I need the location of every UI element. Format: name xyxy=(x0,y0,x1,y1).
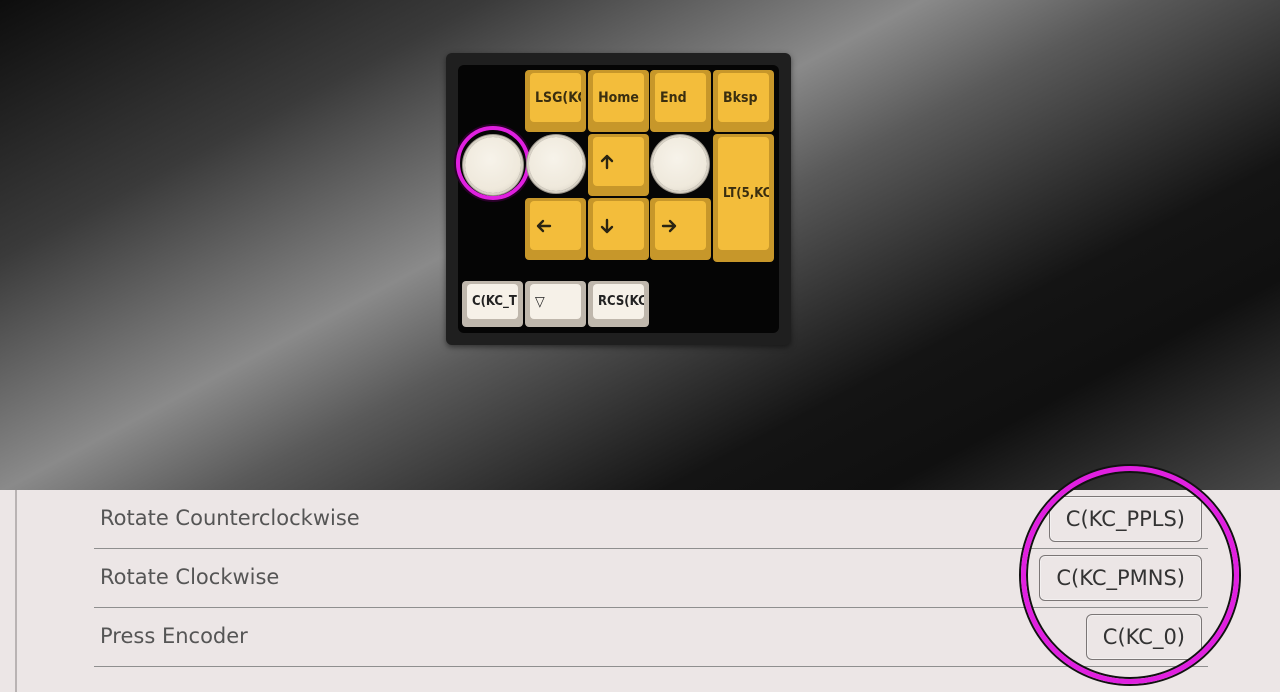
encoder-row-label: Rotate Clockwise xyxy=(100,565,280,589)
encoder-config-panel: Rotate Counterclockwise C(KC_PPLS) Rotat… xyxy=(0,490,1280,692)
key-down[interactable] xyxy=(588,198,649,260)
keyboard-preview-area: LSG(KC Home End Bksp LT(5,KC xyxy=(0,0,1280,490)
key-home[interactable]: Home xyxy=(588,70,649,132)
key-rcs[interactable]: RCS(KC xyxy=(588,281,649,327)
key-ckc-t[interactable]: C(KC_T xyxy=(462,281,523,327)
key-lt5[interactable]: LT(5,KC xyxy=(713,134,774,262)
keyboard-plate: LSG(KC Home End Bksp LT(5,KC xyxy=(456,65,779,333)
key-end-label: End xyxy=(655,73,706,122)
panel-divider xyxy=(15,490,17,692)
keyboard-case: LSG(KC Home End Bksp LT(5,KC xyxy=(446,53,791,345)
encoder-row-cw: Rotate Clockwise C(KC_PMNS) xyxy=(94,549,1208,608)
encoder-press-keycode-button[interactable]: C(KC_0) xyxy=(1085,614,1202,660)
key-bksp[interactable]: Bksp xyxy=(713,70,774,132)
key-rcs-label: RCS(KC xyxy=(593,284,644,319)
key-lt5-label: LT(5,KC xyxy=(718,137,769,250)
key-ckc-t-label: C(KC_T xyxy=(467,284,518,319)
key-up[interactable] xyxy=(588,134,649,196)
encoder-row-label: Rotate Counterclockwise xyxy=(100,506,360,530)
encoder-knob-3[interactable] xyxy=(653,137,707,191)
key-lsg[interactable]: LSG(KC xyxy=(525,70,586,132)
arrow-left-icon xyxy=(530,201,581,250)
encoder-knob-2[interactable] xyxy=(529,137,583,191)
key-home-label: Home xyxy=(593,73,644,122)
key-left[interactable] xyxy=(525,198,586,260)
encoder-row-label: Press Encoder xyxy=(100,624,248,648)
arrow-down-icon xyxy=(593,201,644,250)
triangle-down-icon: ▽ xyxy=(530,284,581,319)
encoder-cw-keycode-button[interactable]: C(KC_PMNS) xyxy=(1039,555,1202,601)
key-transparent[interactable]: ▽ xyxy=(525,281,586,327)
arrow-right-icon xyxy=(655,201,706,250)
encoder-row-ccw: Rotate Counterclockwise C(KC_PPLS) xyxy=(94,490,1208,549)
encoder-ccw-keycode-button[interactable]: C(KC_PPLS) xyxy=(1048,496,1202,542)
encoder-row-press: Press Encoder C(KC_0) xyxy=(94,608,1208,667)
key-end[interactable]: End xyxy=(650,70,711,132)
arrow-up-icon xyxy=(593,137,644,186)
key-right[interactable] xyxy=(650,198,711,260)
key-bksp-label: Bksp xyxy=(718,73,769,122)
key-lsg-label: LSG(KC xyxy=(530,73,581,122)
encoder-knob-1[interactable] xyxy=(465,137,521,193)
